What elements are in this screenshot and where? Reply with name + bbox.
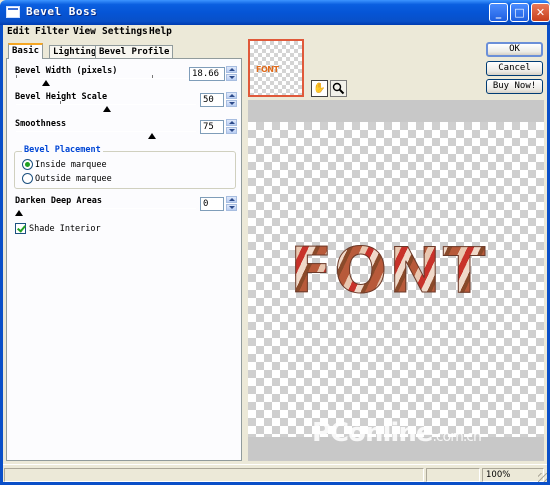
watermark-main: PConline (312, 418, 433, 448)
slider-tick (60, 101, 61, 104)
thumbnail-text: FONT (256, 65, 279, 74)
menu-settings[interactable]: Settings (102, 26, 148, 37)
inside-marquee-label[interactable]: Inside marquee (35, 160, 107, 170)
bevel-width-label: Bevel Width (pixels) (15, 66, 118, 76)
maximize-button[interactable]: □ (510, 3, 529, 22)
bevel-width-slider[interactable] (16, 78, 196, 79)
bevel-height-slider[interactable] (16, 104, 196, 105)
slider-tick (16, 75, 17, 78)
tab-lighting[interactable]: Lighting (49, 45, 101, 59)
stepper-down[interactable] (226, 100, 237, 107)
inside-marquee-radio[interactable] (22, 159, 33, 170)
stepper-down[interactable] (226, 74, 237, 81)
bevel-height-label: Bevel Height Scale (15, 92, 108, 102)
preview-thumbnail[interactable]: FONT (248, 39, 304, 97)
stepper-up[interactable] (226, 119, 237, 126)
bevel-height-stepper[interactable] (226, 92, 237, 107)
smoothness-stepper[interactable] (226, 119, 237, 134)
shade-interior-checkbox[interactable] (15, 223, 26, 234)
shade-interior-label[interactable]: Shade Interior (29, 224, 101, 234)
stepper-up[interactable] (226, 92, 237, 99)
preview-canvas[interactable]: FONT PConline.com.cn (248, 100, 544, 461)
resize-grip[interactable] (538, 473, 548, 483)
darken-slider[interactable] (16, 208, 196, 209)
zoom-icon[interactable] (330, 80, 347, 97)
menu-help[interactable]: Help (149, 26, 172, 37)
bevel-placement-title: Bevel Placement (22, 145, 103, 155)
close-button[interactable]: ✕ (531, 3, 550, 22)
smoothness-slider[interactable] (16, 131, 196, 132)
stepper-up[interactable] (226, 66, 237, 73)
menu-edit[interactable]: Edit (7, 26, 30, 37)
darken-input[interactable]: 0 (200, 197, 224, 211)
slider-tick (152, 75, 153, 78)
darken-deep-areas-label: Darken Deep Areas (15, 196, 102, 206)
bevel-height-input[interactable]: 50 (200, 93, 224, 107)
smoothness-slider-thumb[interactable] (148, 133, 156, 139)
watermark: PConline.com.cn (312, 418, 482, 448)
hand-icon[interactable]: ✋ (311, 80, 328, 97)
bevel-text-preview: FONT (289, 234, 488, 307)
stepper-up[interactable] (226, 196, 237, 203)
title-bar: Bevel Boss _ □ ✕ (0, 0, 550, 25)
stepper-down[interactable] (226, 127, 237, 134)
menu-filter[interactable]: Filter (35, 26, 69, 37)
bevel-width-slider-thumb[interactable] (42, 80, 50, 86)
bevel-width-stepper[interactable] (226, 66, 237, 81)
watermark-suffix: .com.cn (432, 429, 481, 445)
zoom-level: 100% (482, 468, 544, 482)
tab-bevel-profile[interactable]: Bevel Profile (95, 45, 174, 59)
status-bar: 100% (0, 464, 550, 485)
smoothness-label: Smoothness (15, 119, 67, 129)
outside-marquee-radio[interactable] (22, 173, 33, 184)
darken-stepper[interactable] (226, 196, 237, 211)
stepper-down[interactable] (226, 204, 237, 211)
status-spacer (426, 468, 480, 482)
tab-basic[interactable]: Basic (8, 43, 44, 59)
status-message (4, 468, 424, 482)
window-title: Bevel Boss (26, 5, 98, 18)
darken-slider-thumb[interactable] (15, 210, 23, 216)
menu-bar: Edit Filter View Settings Help (0, 25, 550, 39)
cancel-button[interactable]: Cancel (486, 61, 543, 76)
app-icon (6, 6, 20, 18)
menu-view[interactable]: View (73, 26, 96, 37)
buy-now-button[interactable]: Buy Now! (486, 79, 543, 94)
outside-marquee-label[interactable]: Outside marquee (35, 174, 112, 184)
smoothness-input[interactable]: 75 (200, 120, 224, 134)
bevel-width-input[interactable]: 18.66 (189, 67, 225, 81)
minimize-button[interactable]: _ (489, 3, 508, 22)
ok-button[interactable]: OK (486, 42, 543, 57)
bevel-height-slider-thumb[interactable] (103, 106, 111, 112)
